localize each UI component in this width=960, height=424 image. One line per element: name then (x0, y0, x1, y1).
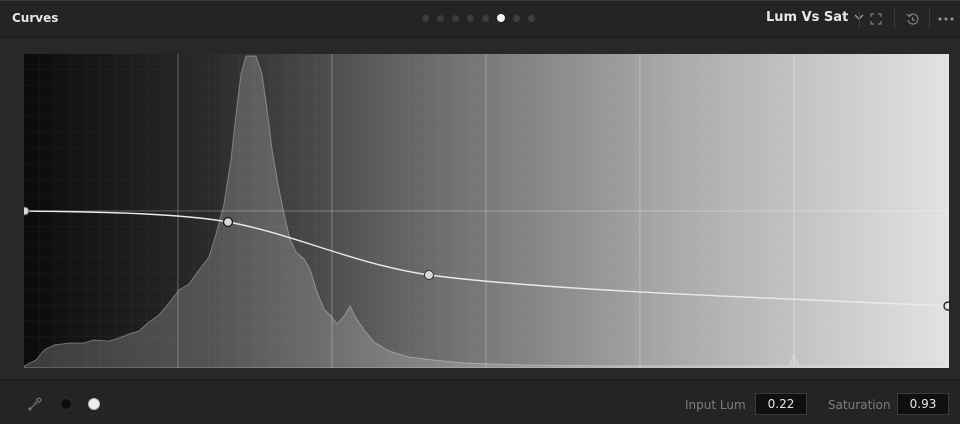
page-dot[interactable] (513, 14, 520, 22)
input-lum-label: Input Lum (685, 398, 746, 412)
page-dot[interactable] (528, 14, 535, 22)
curves-panel: Curves Lum Vs Sat Input Lum 0.22 Saturat… (0, 0, 960, 424)
page-dot[interactable] (437, 14, 444, 22)
reset-icon[interactable] (903, 10, 921, 28)
page-dot-active[interactable] (497, 14, 505, 22)
expand-icon[interactable] (867, 10, 885, 28)
divider (894, 9, 895, 29)
curve-mode-label: Lum Vs Sat (766, 10, 849, 25)
black-point-icon[interactable] (60, 398, 72, 410)
curve-control-point-selected[interactable] (222, 216, 234, 228)
white-point-icon[interactable] (88, 398, 100, 410)
curve-graph[interactable] (24, 54, 949, 368)
divider (859, 9, 860, 29)
curve-mode-dropdown[interactable]: Lum Vs Sat (766, 10, 864, 25)
divider (929, 9, 930, 29)
panel-title: Curves (12, 11, 59, 25)
page-indicator (422, 14, 535, 22)
panel-header: Curves Lum Vs Sat (0, 1, 960, 38)
more-options-icon[interactable] (937, 10, 955, 28)
page-dot[interactable] (482, 14, 489, 22)
page-dot[interactable] (422, 14, 429, 22)
page-dot[interactable] (467, 14, 474, 22)
input-lum-field[interactable]: 0.22 (755, 393, 807, 415)
saturation-label: Saturation (828, 398, 891, 412)
page-dot[interactable] (452, 14, 459, 22)
eyedropper-icon[interactable] (28, 397, 42, 415)
saturation-field[interactable]: 0.93 (897, 393, 949, 415)
curve-control-point[interactable] (424, 270, 434, 280)
curve-endpoint-left[interactable] (24, 206, 30, 216)
panel-footer (0, 379, 960, 424)
